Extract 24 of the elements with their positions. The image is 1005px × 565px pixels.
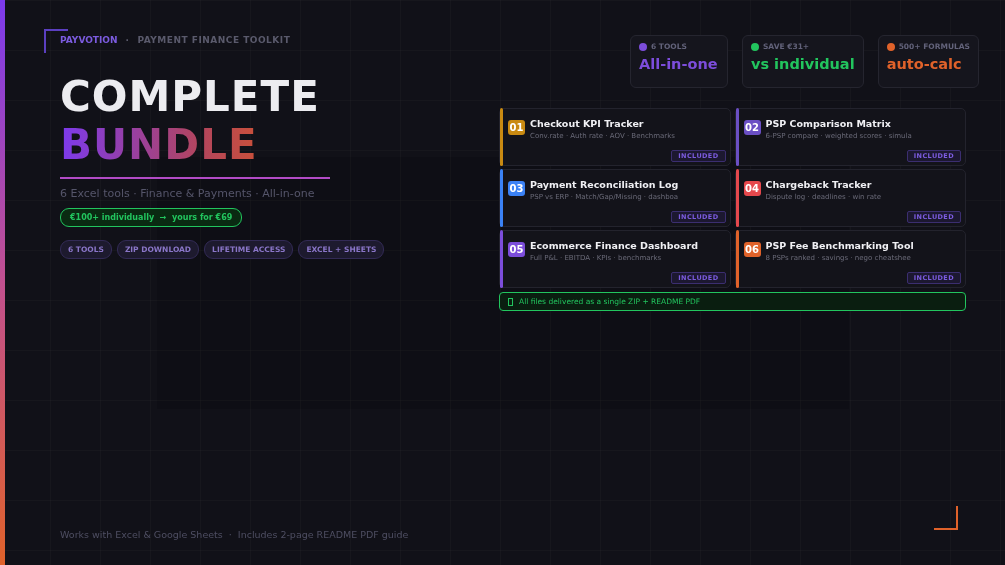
tool-name: Ecommerce Finance Dashboard	[530, 240, 698, 251]
number-badge: 04	[743, 181, 761, 196]
stat-value: All-in-one	[638, 56, 719, 72]
stat-value: vs individual	[750, 56, 855, 72]
tool-name: PSP Comparison Matrix	[765, 118, 892, 129]
separator: ·	[125, 35, 130, 45]
number-badge: 01	[508, 120, 525, 135]
title-line: COMPLETE	[60, 72, 321, 122]
tagline: PAYMENT FINANCE TOOLKIT	[137, 35, 291, 45]
footer-note: Works with Excel & Google Sheets · Includes 2-page README PDF guide	[60, 529, 409, 540]
brand-name: PAYVOTION	[60, 35, 118, 45]
number-badge: 02	[743, 120, 761, 135]
tool-name: PSP Fee Benchmarking Tool	[765, 240, 914, 251]
number-badge: 03	[508, 181, 525, 196]
number-badge: 05	[508, 242, 525, 257]
corner-bracket	[934, 506, 958, 530]
stat-value: auto-calc	[886, 56, 963, 72]
subtitle: 6 Excel tools · Finance & Payments · All-in-one	[60, 187, 316, 200]
price-pill: €100+ individually → yours for €69	[60, 208, 243, 227]
tool-name: Payment Reconciliation Log	[530, 179, 679, 190]
number-badge: 06	[743, 242, 761, 257]
tool-name: Checkout KPI Tracker	[530, 118, 645, 129]
tool-name: Chargeback Tracker	[765, 179, 873, 190]
frame-icon	[508, 297, 513, 306]
